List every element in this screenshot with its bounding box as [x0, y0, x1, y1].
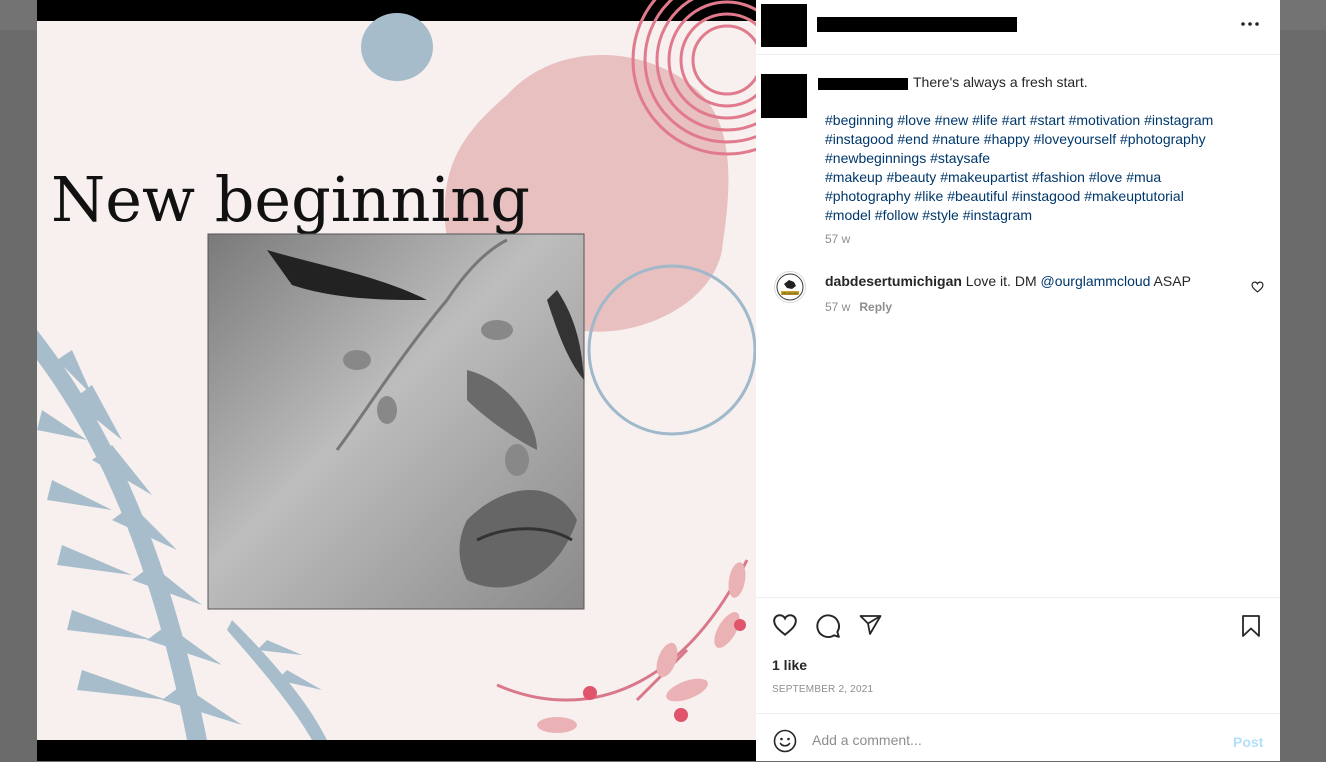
comment-text: dabdesertumichigan Love it. DM @ourglamm… — [825, 273, 1191, 289]
michigan-badge-logo: MICHIGAN — [776, 273, 804, 301]
owner-avatar-redacted[interactable] — [761, 4, 807, 47]
emoji-button[interactable] — [773, 729, 797, 758]
blue-blob — [361, 13, 433, 81]
svg-text:MICHIGAN: MICHIGAN — [782, 291, 797, 295]
comment-mention[interactable]: @ourglammcloud — [1041, 273, 1151, 289]
caption-avatar-redacted[interactable] — [761, 74, 807, 118]
hashtag-line[interactable]: #beginning #love #new #life #art #start … — [825, 111, 1265, 130]
add-comment-bar: Post — [756, 713, 1280, 762]
post-details-panel: There's always a fresh start. #beginning… — [756, 0, 1280, 761]
like-button[interactable] — [772, 613, 798, 642]
emoji-icon — [773, 729, 797, 753]
reply-button[interactable]: Reply — [859, 300, 892, 314]
save-button[interactable] — [1240, 614, 1262, 643]
post-comment-button[interactable]: Post — [1233, 734, 1263, 750]
caption-username-redacted[interactable] — [818, 78, 908, 90]
comment-body: Love it. DM — [961, 273, 1041, 289]
like-count[interactable]: 1 like — [772, 657, 807, 673]
post-actions: 1 like SEPTEMBER 2, 2021 — [756, 597, 1280, 714]
hashtag-line[interactable]: #model #follow #style #instagram — [825, 206, 1265, 225]
comment-meta: 57 w Reply — [825, 300, 892, 314]
comment-input[interactable] — [812, 729, 1212, 751]
share-icon — [859, 615, 882, 635]
comment-icon — [816, 614, 840, 638]
caption-timestamp[interactable]: 57 w — [825, 232, 850, 246]
post-image[interactable]: New beginning — [37, 0, 756, 761]
post-artwork: New beginning — [37, 0, 756, 761]
hashtag-line[interactable]: #makeup #beauty #makeupartist #fashion #… — [825, 168, 1265, 187]
comment-like-button[interactable] — [1251, 280, 1264, 298]
share-button[interactable] — [858, 613, 883, 642]
hashtag-line[interactable]: #photography #like #beautiful #instagood… — [825, 187, 1265, 206]
post-modal: New beginning There's always a fresh sta… — [37, 0, 1280, 761]
comment-button[interactable] — [815, 613, 841, 644]
comment-timestamp[interactable]: 57 w — [825, 300, 850, 314]
hashtag-line[interactable]: #instagood #end #nature #happy #loveyour… — [825, 130, 1265, 149]
comment-username[interactable]: dabdesertumichigan — [825, 273, 962, 289]
hashtag-line[interactable]: #newbeginnings #staysafe — [825, 149, 1265, 168]
more-options-button[interactable] — [1232, 10, 1268, 38]
comment-body-end: ASAP — [1150, 273, 1191, 289]
heart-icon — [1251, 281, 1264, 293]
post-date: SEPTEMBER 2, 2021 — [772, 684, 874, 695]
owner-username-redacted[interactable] — [817, 17, 1017, 32]
heart-icon — [773, 614, 797, 637]
hashtag-block: #beginning #love #new #life #art #start … — [825, 111, 1265, 225]
commenter-avatar[interactable]: MICHIGAN — [774, 271, 806, 303]
post-header — [756, 0, 1280, 55]
caption-text: There's always a fresh start. — [913, 74, 1088, 90]
more-icon — [1241, 22, 1259, 26]
bookmark-icon — [1242, 615, 1260, 637]
image-title: New beginning — [51, 163, 530, 236]
